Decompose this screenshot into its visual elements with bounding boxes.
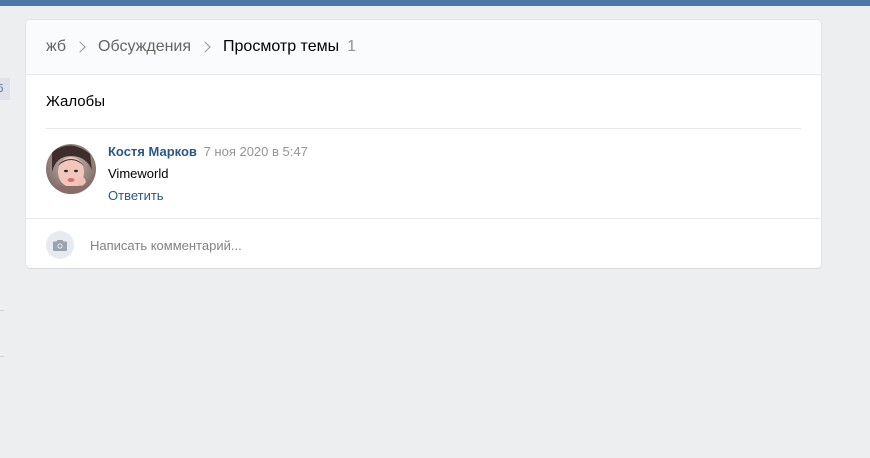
top-navigation-bar	[0, 0, 870, 6]
topic-post-count: 1	[347, 38, 356, 55]
reply-button[interactable]: Ответить	[108, 188, 308, 204]
comment-input[interactable]	[90, 237, 690, 253]
post-date-link[interactable]: 7 ноя 2020 в 5:47	[204, 144, 308, 159]
breadcrumb-current: Просмотр темы	[223, 38, 340, 55]
sidebar-counter-tab[interactable]: б	[0, 78, 10, 100]
post-text: Vimeworld	[108, 166, 169, 181]
post-body: Костя Марков 7 ноя 2020 в 5:47 Vimeworld…	[108, 144, 308, 204]
comment-composer	[26, 219, 821, 268]
breadcrumb-discussions-link[interactable]: Обсуждения	[98, 38, 191, 56]
chevron-right-icon	[199, 41, 211, 53]
post-author-link[interactable]: Костя Марков	[108, 144, 197, 159]
chevron-right-icon	[74, 41, 86, 53]
sidebar-divider	[0, 310, 4, 311]
camera-icon[interactable]	[46, 231, 74, 259]
sidebar-divider	[0, 356, 4, 357]
post-item: Костя Марков 7 ноя 2020 в 5:47 Vimeworld…	[26, 129, 821, 219]
avatar[interactable]	[46, 144, 96, 194]
post-header: Костя Марков 7 ноя 2020 в 5:47	[108, 144, 308, 160]
breadcrumb-group-link[interactable]: жб	[46, 38, 66, 56]
topic-title: Жалобы	[46, 75, 801, 129]
avatar-photo	[46, 144, 96, 194]
topic-card: жб Обсуждения Просмотр темы 1 Жалобы Кос…	[26, 20, 821, 268]
breadcrumb: жб Обсуждения Просмотр темы 1	[26, 20, 821, 75]
